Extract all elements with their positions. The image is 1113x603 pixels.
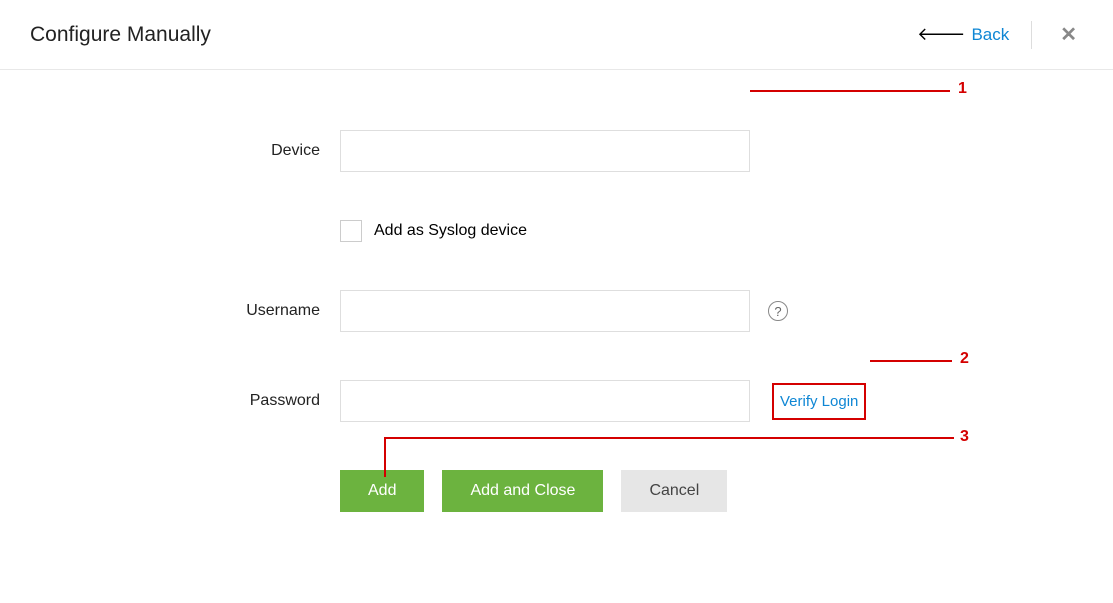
device-input[interactable] (340, 130, 750, 172)
username-input[interactable] (340, 290, 750, 332)
annotation-3: 3 (960, 428, 969, 446)
annotation-2: 2 (960, 350, 969, 368)
syslog-checkbox[interactable] (340, 220, 362, 242)
password-label: Password (0, 392, 340, 410)
username-label: Username (0, 302, 340, 320)
syslog-checkbox-label: Add as Syslog device (374, 222, 527, 240)
back-arrow-icon: 🡐 (917, 24, 965, 45)
form-area: Device Add as Syslog device Username ? P… (0, 70, 1113, 512)
device-label: Device (0, 142, 340, 160)
button-row: Add Add and Close Cancel (340, 470, 1113, 512)
verify-login-link[interactable]: Verify Login (772, 383, 866, 420)
password-input[interactable] (340, 380, 750, 422)
add-and-close-button[interactable]: Add and Close (442, 470, 603, 512)
cancel-button[interactable]: Cancel (621, 470, 727, 512)
annotation-1: 1 (958, 80, 967, 98)
header-actions: 🡐 Back ✕ (917, 18, 1083, 51)
add-button[interactable]: Add (340, 470, 424, 512)
page-title: Configure Manually (30, 23, 211, 47)
help-icon[interactable]: ? (768, 301, 788, 321)
back-link[interactable]: 🡐 Back (917, 24, 1009, 45)
back-label: Back (971, 25, 1009, 45)
header-divider (1031, 21, 1032, 49)
close-icon[interactable]: ✕ (1054, 18, 1083, 51)
